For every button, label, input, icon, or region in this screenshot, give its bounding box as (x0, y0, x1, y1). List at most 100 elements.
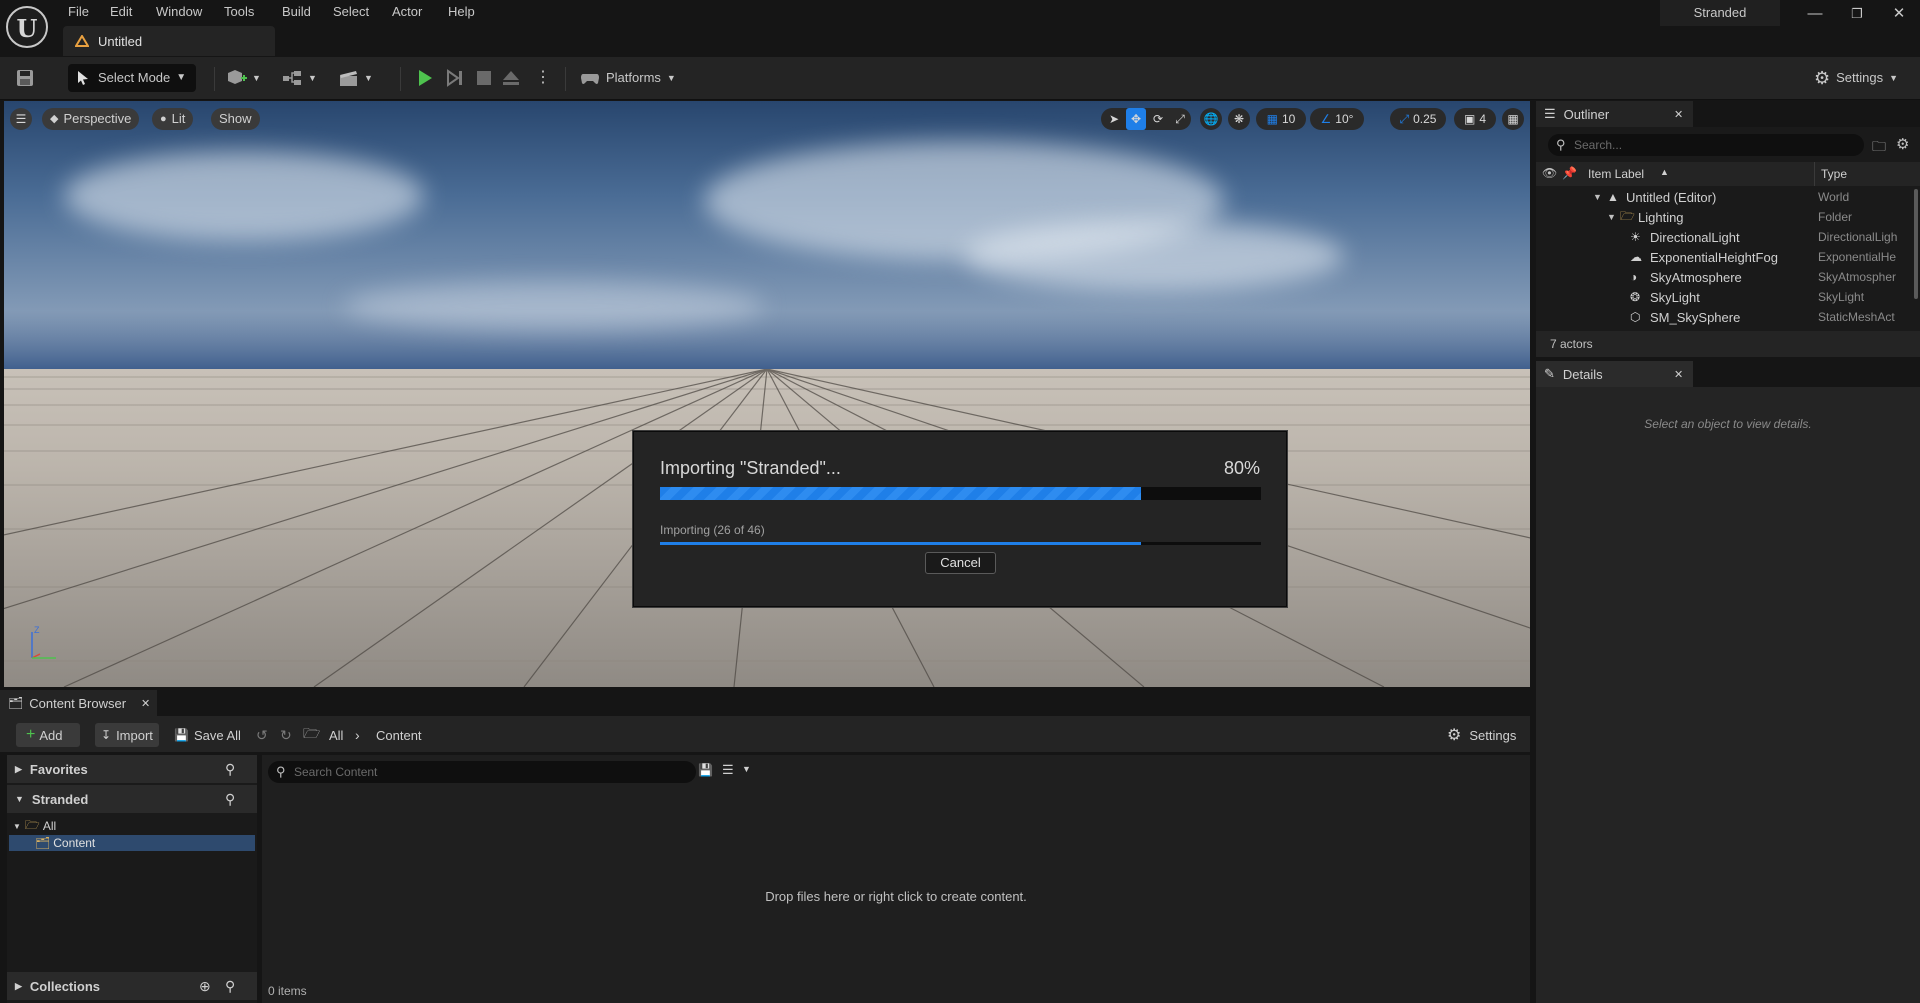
world-space-icon[interactable]: 🌐 (1200, 108, 1222, 130)
content-browser-tab-bar: 🗂 Content Browser ✕ (0, 690, 1530, 716)
outliner-settings-icon[interactable]: ⚙ (1896, 135, 1909, 153)
collections-header[interactable]: ▶ Collections ⊕ ⚲ (7, 972, 257, 1000)
breadcrumb-content[interactable]: Content (376, 723, 422, 747)
blueprint-button[interactable]: ▼ (282, 64, 317, 92)
show-button[interactable]: Show (211, 108, 260, 130)
visibility-eye-icon[interactable]: 👁 (1542, 166, 1557, 180)
tab-outliner[interactable]: ☰ Outliner ✕ (1536, 101, 1693, 127)
search-icon[interactable]: ⚲ (225, 791, 235, 808)
pin-icon[interactable]: 📌 (1562, 166, 1577, 180)
more-options-icon[interactable]: ⋮ (535, 64, 551, 92)
breadcrumb-all[interactable]: All (329, 723, 343, 747)
item-label-column[interactable]: Item Label (1588, 167, 1644, 181)
stop-icon[interactable] (475, 69, 493, 87)
search-icon[interactable]: ⚲ (225, 761, 235, 778)
forward-icon[interactable]: ↻ (280, 723, 292, 747)
outliner-row[interactable]: ❂ SkyLight SkyLight (1536, 287, 1920, 307)
details-tab-label: Details (1562, 366, 1603, 382)
rotate-tool-icon[interactable]: ⟳ (1148, 108, 1168, 130)
save-icon[interactable] (16, 69, 34, 87)
step-icon[interactable] (446, 69, 464, 87)
menu-window[interactable]: Window (148, 3, 210, 21)
tab-details[interactable]: ✎ Details ✕ (1536, 361, 1693, 387)
outliner-tree: ▼ ▲ Untitled (Editor) World ▼ 🗁 Lighting… (1536, 187, 1920, 327)
save-all-label: Save All (193, 727, 241, 743)
lit-button[interactable]: ● Lit (152, 108, 194, 130)
restore-icon[interactable]: ❐ (1837, 4, 1877, 24)
outliner-row[interactable]: ⬡ SM_SkySphere StaticMeshAct (1536, 307, 1920, 327)
favorites-header[interactable]: ▶ Favorites ⚲ (7, 755, 257, 783)
add-collection-icon[interactable]: ⊕ (199, 978, 211, 995)
cancel-button[interactable]: Cancel (925, 552, 996, 574)
project-header[interactable]: ▼ Stranded ⚲ (7, 785, 257, 813)
menu-actor[interactable]: Actor (384, 3, 430, 21)
menu-file[interactable]: File (60, 3, 97, 21)
scale-tool-icon[interactable]: ⤢ (1170, 108, 1190, 130)
menu-tools[interactable]: Tools (216, 3, 262, 21)
save-all-button[interactable]: 💾 Save All (174, 723, 241, 747)
add-folder-icon[interactable]: 🗀 (1872, 136, 1886, 160)
document-tab[interactable]: Untitled (63, 26, 275, 56)
tree-item-content[interactable]: 🗂 Content (9, 835, 255, 851)
tree-item-all[interactable]: ▼ 🗁 All (9, 817, 255, 835)
search-icon[interactable]: ⚲ (225, 978, 235, 995)
scale-snap-button[interactable]: ⤢ 0.25 (1390, 108, 1446, 130)
select-mode-button[interactable]: Select Mode ▼ (68, 64, 196, 92)
filter-icon[interactable]: ☰ (722, 762, 734, 778)
menu-edit[interactable]: Edit (102, 3, 140, 21)
content-settings-button[interactable]: ⚙ Settings (1447, 723, 1516, 747)
settings-button[interactable]: ⚙ Settings ▼ (1814, 64, 1898, 92)
chevron-down-icon: ▼ (666, 73, 676, 83)
surface-snap-icon[interactable]: ❋ (1228, 108, 1250, 130)
outliner-row-label: SM_SkySphere (1650, 309, 1741, 325)
select-tool-icon[interactable]: ➤ (1104, 108, 1124, 130)
folder-icon[interactable]: 🗁 (303, 723, 320, 747)
outliner-row[interactable]: ▼ ▲ Untitled (Editor) World (1536, 187, 1920, 207)
camera-speed-button[interactable]: ▣ 4 (1454, 108, 1496, 130)
eject-icon[interactable] (502, 69, 520, 87)
chevron-down-icon[interactable]: ▼ (1607, 212, 1616, 222)
viewport-menu-icon[interactable]: ☰ (10, 108, 32, 130)
asset-view[interactable]: ⚲ Search Content 💾 ☰ ▼ Drop files here o… (262, 755, 1530, 1003)
outliner-scrollbar[interactable] (1914, 189, 1918, 299)
perspective-button[interactable]: ◆ Perspective (42, 108, 140, 130)
menu-select[interactable]: Select (325, 3, 377, 21)
chevron-down-icon[interactable]: ▼ (1593, 192, 1602, 202)
menu-build[interactable]: Build (274, 3, 319, 21)
content-search-input[interactable]: ⚲ Search Content (268, 761, 696, 783)
outliner-row[interactable]: ◑ SkyAtmosphere SkyAtmospher (1536, 267, 1920, 287)
close-tab-icon[interactable]: ✕ (1674, 108, 1683, 121)
layout-icon[interactable]: ▦ (1502, 108, 1524, 130)
unreal-logo-icon[interactable]: U (6, 6, 48, 48)
grid-snap-button[interactable]: ▦ 10 (1256, 108, 1306, 130)
close-tab-icon[interactable]: ✕ (141, 697, 150, 710)
folder-icon: 🗁 (1620, 208, 1635, 223)
outliner-row[interactable]: ▼ 🗁 Lighting Folder (1536, 207, 1920, 227)
minimize-icon[interactable]: — (1795, 4, 1835, 24)
static-mesh-icon: ⬡ (1630, 310, 1641, 324)
sky-haze (4, 311, 1530, 371)
close-tab-icon[interactable]: ✕ (1674, 368, 1683, 381)
rotation-snap-button[interactable]: ∠ 10° (1310, 108, 1364, 130)
outliner-row[interactable]: ☁ ExponentialHeightFog ExponentialHe (1536, 247, 1920, 267)
tab-content-browser[interactable]: 🗂 Content Browser ✕ (0, 690, 157, 716)
fog-icon: ☁ (1630, 250, 1642, 264)
menu-help[interactable]: Help (440, 3, 483, 21)
import-icon: ↧ (101, 728, 112, 742)
add-button[interactable]: + Add (16, 723, 80, 747)
import-button[interactable]: ↧ Import (95, 723, 159, 747)
platforms-button[interactable]: Platforms ▼ (580, 64, 676, 92)
save-search-icon[interactable]: 💾 (698, 763, 713, 777)
lit-label: Lit (171, 111, 186, 126)
type-column[interactable]: Type (1821, 167, 1847, 181)
outliner-search-input[interactable]: ⚲ Search... (1548, 134, 1864, 156)
cinematics-button[interactable]: ▼ (338, 64, 373, 92)
chevron-down-icon[interactable]: ▼ (742, 764, 751, 774)
back-icon[interactable]: ↺ (256, 723, 268, 747)
outliner-row[interactable]: ☀ DirectionalLight DirectionalLigh (1536, 227, 1920, 247)
play-icon[interactable] (416, 69, 434, 87)
chevron-down-icon: ▼ (13, 821, 21, 831)
add-actor-button[interactable]: ▼ (226, 64, 261, 92)
move-tool-icon[interactable]: ✥ (1126, 108, 1146, 130)
close-icon[interactable]: ✕ (1879, 4, 1919, 24)
